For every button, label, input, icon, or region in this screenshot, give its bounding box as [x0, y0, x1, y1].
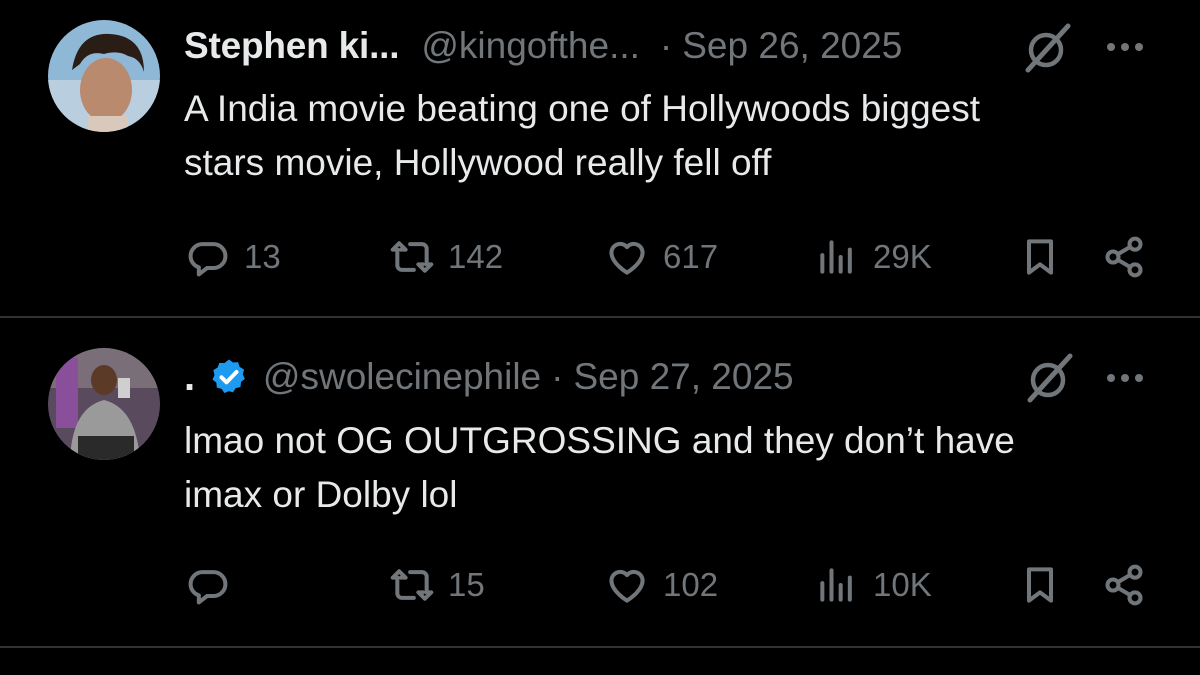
- reply-icon: [188, 570, 228, 605]
- bookmark-icon: [1026, 239, 1054, 275]
- like-count: 102: [663, 566, 719, 603]
- more-icon[interactable]: [1105, 40, 1145, 54]
- share-icon: [1105, 236, 1143, 278]
- like-button[interactable]: 617: [605, 232, 718, 282]
- tweet-text-line: A India movie beating one of Hollywoods …: [184, 88, 981, 129]
- views-count: 10K: [873, 566, 932, 603]
- tweet-text-line: lmao not OG OUTGROSSING and they don’t h…: [184, 420, 1015, 461]
- share-button[interactable]: [1102, 232, 1146, 282]
- separator: ·: [659, 25, 673, 66]
- handle[interactable]: @swolecinephile: [263, 356, 541, 398]
- timestamp[interactable]: Sep 26, 2025: [682, 25, 902, 67]
- reply-count: 13: [244, 238, 281, 275]
- grok-icon[interactable]: [1022, 350, 1078, 406]
- grok-icon[interactable]: [1020, 20, 1076, 76]
- display-name[interactable]: .: [184, 355, 195, 400]
- tweet-text-line: stars movie, Hollywood really fell off: [184, 142, 772, 183]
- like-icon: [609, 569, 645, 603]
- share-button[interactable]: [1102, 560, 1146, 610]
- tweet-header: Stephen ki... @kingofthe... · Sep 26, 20…: [184, 21, 902, 71]
- reply-icon: [188, 242, 228, 277]
- tweet[interactable]: . @swolecinephile · Sep 27, 2025 lmao no…: [0, 318, 1200, 648]
- retweet-count: 142: [448, 238, 504, 275]
- retweet-icon: [390, 241, 434, 273]
- more-icon[interactable]: [1105, 371, 1145, 385]
- tweet-header: . @swolecinephile · Sep 27, 2025: [184, 352, 794, 402]
- like-icon: [609, 241, 645, 275]
- retweet-count: 15: [448, 566, 485, 603]
- handle[interactable]: @kingofthe...: [421, 25, 640, 67]
- views-icon: [820, 568, 852, 602]
- share-icon: [1105, 564, 1143, 606]
- action-bar: 13 142 617 29K: [0, 232, 1200, 282]
- like-button[interactable]: 102: [605, 560, 718, 610]
- display-name[interactable]: Stephen ki...: [184, 25, 400, 67]
- verified-icon: [212, 359, 245, 393]
- bookmark-button[interactable]: [1018, 560, 1062, 610]
- separator: ·: [551, 356, 564, 397]
- retweet-icon: [390, 569, 434, 601]
- reply-button[interactable]: [186, 560, 244, 610]
- views-button[interactable]: 10K: [815, 560, 932, 610]
- avatar[interactable]: [48, 20, 160, 132]
- tweet-text: lmao not OG OUTGROSSING and they don’t h…: [184, 414, 1164, 522]
- views-button[interactable]: 29K: [815, 232, 932, 282]
- tweet-text: A India movie beating one of Hollywoods …: [184, 82, 1164, 190]
- retweet-button[interactable]: 15: [390, 560, 485, 610]
- views-icon: [820, 240, 852, 274]
- divider: [0, 646, 1200, 648]
- timestamp[interactable]: Sep 27, 2025: [573, 356, 793, 398]
- tweet-text-line: imax or Dolby lol: [184, 474, 458, 515]
- action-bar: 15 102 10K: [0, 560, 1200, 610]
- bookmark-button[interactable]: [1018, 232, 1062, 282]
- retweet-button[interactable]: 142: [390, 232, 503, 282]
- bookmark-icon: [1026, 567, 1054, 603]
- tweet[interactable]: Stephen ki... @kingofthe... · Sep 26, 20…: [0, 0, 1200, 316]
- like-count: 617: [663, 238, 719, 275]
- avatar[interactable]: [48, 348, 160, 460]
- reply-button[interactable]: 13: [186, 232, 281, 282]
- views-count: 29K: [873, 238, 932, 275]
